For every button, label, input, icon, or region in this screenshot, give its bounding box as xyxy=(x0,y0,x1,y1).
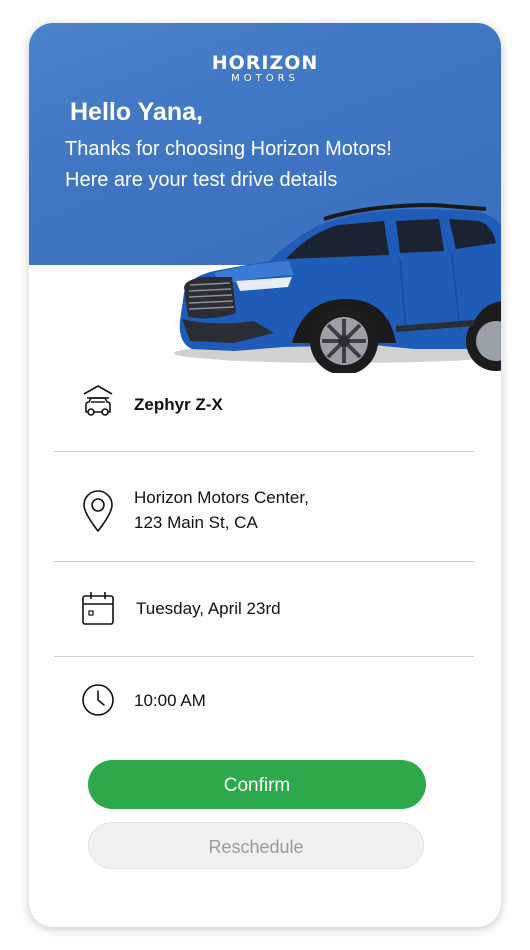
calendar-icon xyxy=(82,592,114,625)
car-image xyxy=(174,203,501,373)
test-drive-card: HORIZON MOTORS Hello Yana, Thanks for ch… xyxy=(29,23,501,927)
vehicle-model: Zephyr Z-X xyxy=(134,395,223,414)
reschedule-button[interactable]: Reschedule xyxy=(88,822,424,869)
divider xyxy=(54,451,474,452)
logo-wordmark: HORIZON xyxy=(211,52,319,74)
map-pin-icon xyxy=(83,490,113,532)
confirm-button[interactable]: Confirm xyxy=(88,760,426,809)
divider xyxy=(54,656,474,657)
divider xyxy=(54,561,474,562)
greeting-message: Thanks for choosing Horizon Motors! Here… xyxy=(65,134,485,196)
location-address: Horizon Motors Center, 123 Main St, CA xyxy=(134,485,309,535)
greeting-line-1: Thanks for choosing Horizon Motors! xyxy=(65,138,392,160)
test-drive-date: Tuesday, April 23rd xyxy=(136,599,281,618)
location-line-2: 123 Main St, CA xyxy=(134,513,258,532)
car-garage-icon xyxy=(83,385,113,416)
location-line-1: Horizon Motors Center, xyxy=(134,488,309,507)
brand-logo: HORIZON MOTORS xyxy=(29,53,501,85)
logo-subtitle: MOTORS xyxy=(231,73,299,84)
greeting-line-2: Here are your test drive details xyxy=(65,169,338,191)
greeting-title: Hello Yana, xyxy=(70,98,203,126)
test-drive-time: 10:00 AM xyxy=(134,691,206,710)
clock-icon xyxy=(82,684,114,716)
